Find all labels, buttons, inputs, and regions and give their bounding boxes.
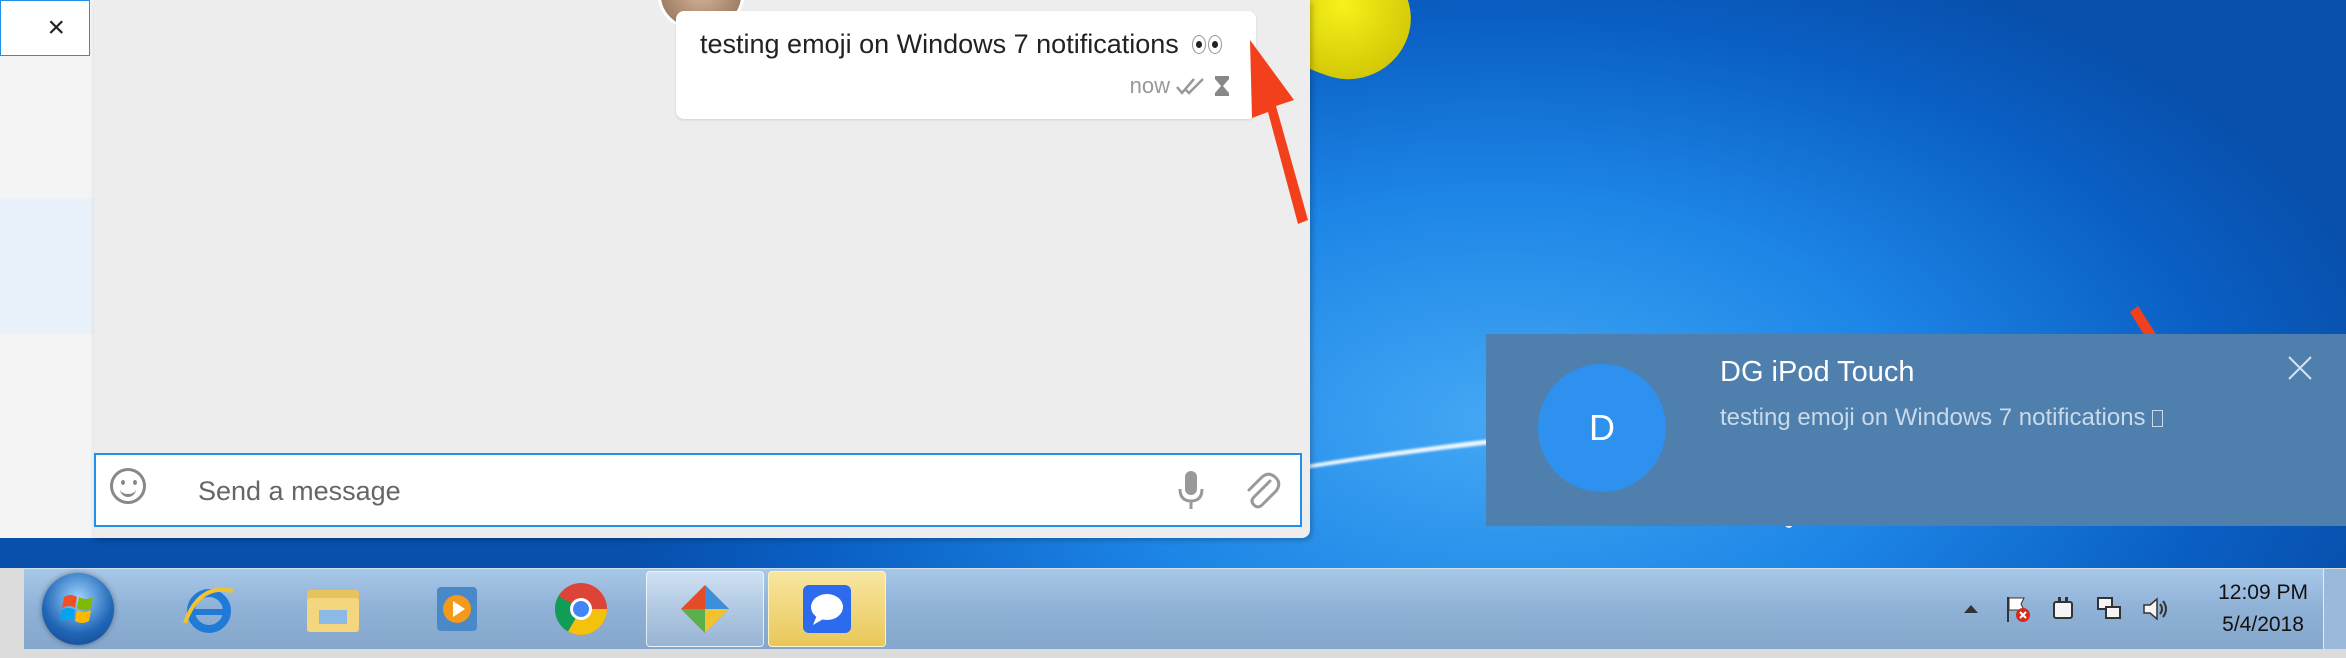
message-composer (94, 453, 1302, 527)
folder-icon (307, 590, 359, 632)
selected-list-item[interactable] (0, 198, 94, 334)
close-icon[interactable] (2286, 354, 2314, 382)
notification-toast[interactable]: D DG iPod Touch testing emoji on Windows… (1486, 334, 2346, 526)
start-button[interactable] (42, 573, 114, 645)
clock-date: 5/4/2018 (2222, 613, 2304, 636)
notification-title: DG iPod Touch (1720, 356, 1915, 388)
signal-icon (803, 585, 851, 633)
taskbar: 12:09 PM 5/4/2018 (24, 568, 2346, 649)
missing-glyph-icon (2151, 410, 2163, 428)
clock-time: 12:09 PM (2218, 581, 2308, 604)
taskbar-ie-button[interactable] (150, 571, 268, 647)
media-player-icon (437, 587, 477, 631)
clock[interactable]: 12:09 PM 5/4/2018 (2218, 577, 2308, 641)
taskbar-git-button[interactable] (646, 571, 764, 647)
notification-body: testing emoji on Windows 7 notifications (1720, 404, 2163, 432)
show-desktop-button[interactable] (2323, 569, 2346, 649)
close-button[interactable]: × (0, 0, 90, 56)
notification-text: testing emoji on Windows 7 notifications (1720, 404, 2146, 431)
microphone-icon[interactable] (1176, 467, 1206, 513)
network-icon[interactable] (2094, 594, 2124, 624)
emoji-picker-icon[interactable] (110, 468, 146, 504)
chrome-icon (555, 583, 607, 635)
left-panel: × (0, 0, 94, 538)
taskbar-media-player-button[interactable] (398, 571, 516, 647)
volume-icon[interactable] (2140, 594, 2170, 624)
chat-window: testing emoji on Windows 7 notifications… (94, 0, 1310, 538)
git-icon (681, 585, 729, 633)
show-hidden-icons-icon[interactable] (1956, 594, 1986, 624)
windows-logo-icon (60, 595, 93, 623)
notification-avatar: D (1538, 364, 1666, 492)
message-text-row: testing emoji on Windows 7 notifications (700, 29, 1224, 61)
eyes-emoji-icon (1192, 30, 1224, 61)
action-center-flag-icon[interactable] (2002, 594, 2032, 624)
message-text: testing emoji on Windows 7 notifications (700, 29, 1179, 59)
ie-icon (183, 587, 234, 633)
annotation-arrow (1250, 40, 1308, 224)
message-meta: now (1130, 73, 1230, 99)
message-bubble[interactable]: testing emoji on Windows 7 notifications… (676, 11, 1256, 119)
hourglass-icon (1215, 76, 1229, 96)
power-plug-icon[interactable] (2048, 594, 2078, 624)
taskbar-explorer-button[interactable] (274, 571, 392, 647)
double-check-icon (1176, 78, 1204, 95)
system-tray: 12:09 PM 5/4/2018 (1948, 569, 2308, 649)
taskbar-chrome-button[interactable] (522, 571, 640, 647)
taskbar-signal-button[interactable] (768, 571, 886, 647)
message-input[interactable] (196, 469, 1100, 513)
message-time: now (1129, 73, 1170, 98)
paperclip-icon[interactable] (1242, 467, 1282, 513)
